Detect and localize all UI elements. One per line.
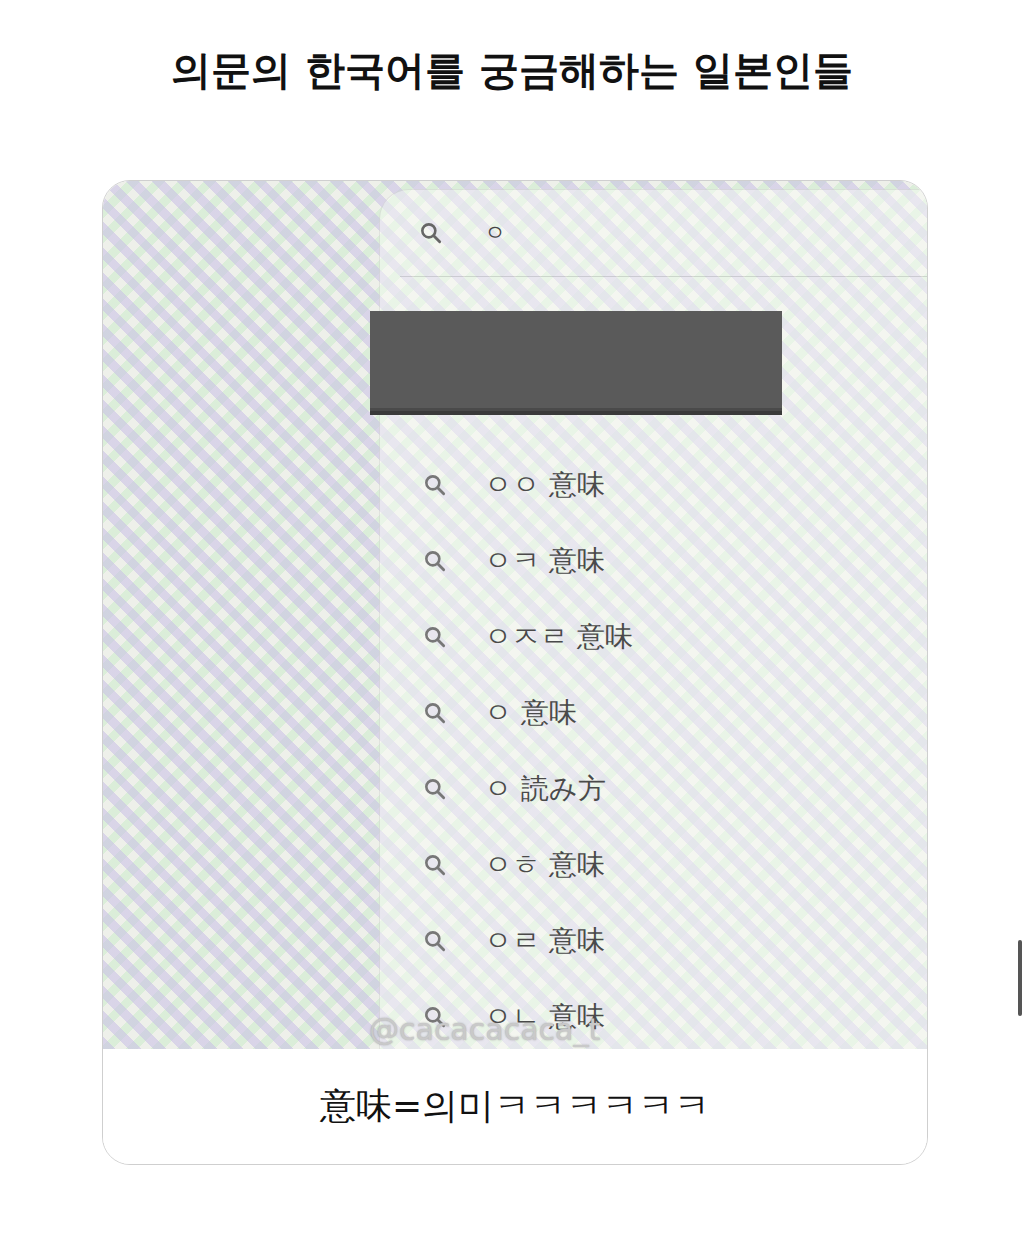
scrollbar[interactable] bbox=[1018, 940, 1022, 1016]
suggestion-text: ㅇㅇ 意味 bbox=[484, 466, 605, 504]
suggestion-row[interactable]: ㅇㅈㄹ 意味 bbox=[380, 599, 927, 675]
divider bbox=[400, 276, 927, 277]
suggestion-list: ㅇㅇ 意味 ㅇㅋ 意味 ㅇㅈㄹ 意味 ㅇ 意味 ㅇ 読み方 ㅇㅎ 意味 ㅇㄹ 意… bbox=[380, 411, 927, 1049]
suggestion-row[interactable]: ㅇㅎ 意味 bbox=[380, 827, 927, 903]
search-query: ㅇ bbox=[484, 218, 506, 248]
meme-card: ㅇ ㅇㅇ 意味 ㅇㅋ 意味 ㅇㅈㄹ 意味 ㅇ 意味 ㅇ 読み方 ㅇㅎ 意味 ㅇㄹ… bbox=[102, 180, 928, 1165]
suggestion-text: ㅇ 読み方 bbox=[484, 770, 606, 808]
suggestion-text: ㅇ 意味 bbox=[484, 694, 577, 732]
watermark: @cacacacaca_t bbox=[369, 1012, 600, 1047]
search-icon bbox=[422, 548, 448, 574]
suggestion-text: ㅇㅋ 意味 bbox=[484, 542, 605, 580]
redaction-box bbox=[370, 311, 782, 411]
page: 의문의 한국어를 궁금해하는 일본인들 ㅇ ㅇㅇ 意味 ㅇㅋ 意味 ㅇㅈㄹ 意味… bbox=[0, 0, 1024, 1238]
suggestion-text: ㅇㄹ 意味 bbox=[484, 922, 605, 960]
search-icon bbox=[422, 624, 448, 650]
suggestion-row[interactable]: ㅇㄹ 意味 bbox=[380, 903, 927, 979]
suggestion-row[interactable]: ㅇ 意味 bbox=[380, 675, 927, 751]
suggestion-row[interactable]: ㅇㅇ 意味 bbox=[380, 447, 927, 523]
search-icon bbox=[422, 928, 448, 954]
suggestion-row[interactable]: ㅇ 読み方 bbox=[380, 751, 927, 827]
screen-photo: ㅇ ㅇㅇ 意味 ㅇㅋ 意味 ㅇㅈㄹ 意味 ㅇ 意味 ㅇ 読み方 ㅇㅎ 意味 ㅇㄹ… bbox=[103, 181, 927, 1049]
post-title: 의문의 한국어를 궁금해하는 일본인들 bbox=[0, 0, 1024, 100]
suggestion-text: ㅇㅈㄹ 意味 bbox=[484, 618, 633, 656]
suggestion-row[interactable]: ㅇㅋ 意味 bbox=[380, 523, 927, 599]
caption: 意味=의미ㅋㅋㅋㅋㅋㅋ bbox=[103, 1049, 927, 1164]
search-field[interactable]: ㅇ bbox=[380, 190, 927, 276]
suggestion-text: ㅇㅎ 意味 bbox=[484, 846, 605, 884]
search-icon bbox=[422, 776, 448, 802]
search-icon bbox=[418, 220, 444, 246]
search-icon bbox=[422, 472, 448, 498]
search-panel: ㅇ ㅇㅇ 意味 ㅇㅋ 意味 ㅇㅈㄹ 意味 ㅇ 意味 ㅇ 読み方 ㅇㅎ 意味 ㅇㄹ… bbox=[379, 189, 927, 1049]
search-icon bbox=[422, 852, 448, 878]
search-icon bbox=[422, 700, 448, 726]
